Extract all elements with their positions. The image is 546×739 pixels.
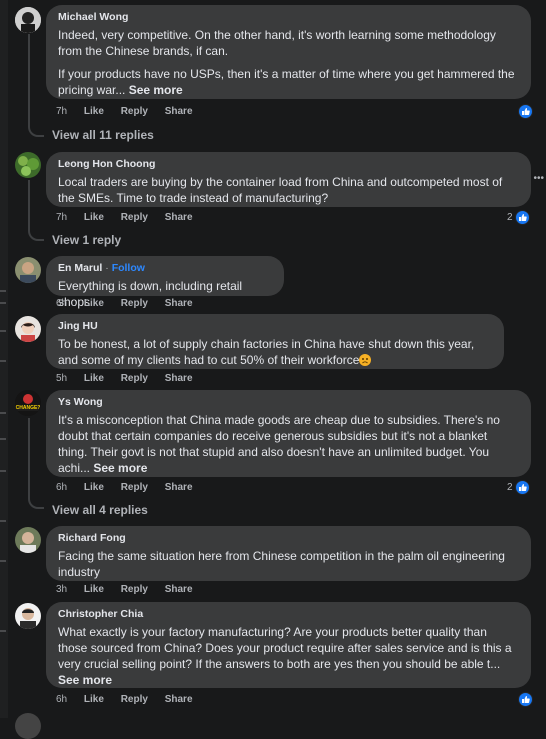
view-replies-link[interactable]: View all 4 replies — [52, 503, 148, 517]
comment-author[interactable]: En Marul — [58, 262, 102, 274]
more-options-icon[interactable]: ••• — [533, 173, 544, 184]
comment-text: What exactly is your factory manufacturi… — [58, 625, 512, 671]
comment-actions: 6h Like Reply Share — [56, 482, 207, 493]
follow-separator: · — [105, 262, 109, 274]
comment-time[interactable]: 6h — [56, 694, 67, 705]
like-reaction-icon — [514, 480, 530, 495]
reaction-count: 2 — [507, 212, 513, 223]
reply-button[interactable]: Reply — [121, 694, 148, 705]
comment-bubble: Leong Hon Choong Local traders are buyin… — [46, 152, 531, 207]
reply-button[interactable]: Reply — [121, 584, 148, 595]
comment-time[interactable]: 5h — [56, 373, 67, 384]
like-button[interactable]: Like — [84, 482, 104, 493]
comment-time[interactable]: 7h — [56, 212, 67, 223]
comment-bubble: Jing HU To be honest, a lot of supply ch… — [46, 314, 504, 369]
avatar[interactable] — [15, 603, 41, 629]
comment-author[interactable]: Ys Wong — [58, 396, 519, 409]
follow-button[interactable]: Follow — [112, 262, 145, 274]
share-button[interactable]: Share — [165, 694, 193, 705]
like-button[interactable]: Like — [84, 373, 104, 384]
share-button[interactable]: Share — [165, 298, 193, 309]
avatar[interactable] — [15, 7, 41, 33]
comment-text: Local traders are buying by the containe… — [58, 175, 503, 205]
see-more-link[interactable]: See more — [129, 83, 183, 97]
comment-bubble: En Marul · Follow Everything is down, in… — [46, 256, 284, 309]
like-button[interactable]: Like — [84, 584, 104, 595]
comment-bubble: Ys Wong It's a misconception that China … — [46, 390, 531, 477]
reply-button[interactable]: Reply — [121, 212, 148, 223]
reaction-summary[interactable]: 2 — [507, 210, 530, 225]
reaction-summary[interactable] — [516, 692, 533, 707]
comment-text: Indeed, very competitive. On the other h… — [58, 28, 496, 58]
reaction-count: 2 — [507, 482, 513, 493]
reaction-summary[interactable]: 2 — [507, 480, 530, 495]
like-button[interactable]: Like — [84, 212, 104, 223]
emoji-worried-icon — [359, 354, 372, 366]
comment-author[interactable]: Leong Hon Choong — [58, 158, 519, 171]
view-replies-link[interactable]: View 1 reply — [52, 233, 121, 247]
like-reaction-icon — [514, 210, 530, 225]
share-button[interactable]: Share — [165, 212, 193, 223]
avatar[interactable] — [15, 316, 41, 342]
share-button[interactable]: Share — [165, 482, 193, 493]
avatar[interactable] — [15, 152, 41, 178]
comment-actions: 5h Like Reply Share — [56, 373, 207, 384]
view-replies-link[interactable]: View all 11 replies — [52, 128, 154, 142]
comment-text-continued: If your products have no USPs, then it's… — [58, 67, 515, 97]
comment-actions: 7h Like Reply Share — [56, 212, 207, 223]
comment-time[interactable]: 7h — [56, 106, 67, 117]
comment-author[interactable]: Michael Wong — [58, 11, 519, 24]
comment-time[interactable]: 6h — [56, 298, 67, 309]
see-more-link[interactable]: See more — [93, 461, 147, 475]
like-reaction-icon — [518, 692, 533, 707]
comment-actions: 7h Like Reply Share — [56, 106, 207, 117]
like-reaction-icon — [518, 104, 533, 119]
comment-author[interactable]: Richard Fong — [58, 532, 519, 545]
reply-button[interactable]: Reply — [121, 106, 148, 117]
next-comment-avatar[interactable] — [15, 713, 41, 739]
comment-bubble: Michael Wong Indeed, very competitive. O… — [46, 5, 531, 99]
comment-time[interactable]: 3h — [56, 584, 67, 595]
comment-actions: 6h Like Reply Share — [56, 694, 207, 705]
comment-actions: 3h Like Reply Share — [56, 584, 207, 595]
left-page-strip — [0, 0, 8, 718]
reply-button[interactable]: Reply — [121, 298, 148, 309]
share-button[interactable]: Share — [165, 106, 193, 117]
comment-author[interactable]: Jing HU — [58, 320, 492, 333]
comment-bubble: Christopher Chia What exactly is your fa… — [46, 602, 531, 688]
share-button[interactable]: Share — [165, 584, 193, 595]
comment-actions: 6h Like Reply Share — [56, 298, 207, 309]
reply-button[interactable]: Reply — [121, 373, 148, 384]
share-button[interactable]: Share — [165, 373, 193, 384]
see-more-link[interactable]: See more — [58, 673, 112, 687]
like-button[interactable]: Like — [84, 694, 104, 705]
reaction-summary[interactable] — [516, 104, 533, 119]
comment-text: Facing the same situation here from Chin… — [58, 549, 505, 579]
like-button[interactable]: Like — [84, 298, 104, 309]
comment-time[interactable]: 6h — [56, 482, 67, 493]
comment-text: To be honest, a lot of supply chain fact… — [58, 337, 475, 367]
comment-bubble: Richard Fong Facing the same situation h… — [46, 526, 531, 581]
reply-button[interactable]: Reply — [121, 482, 148, 493]
avatar[interactable] — [15, 527, 41, 553]
avatar[interactable]: CHANGE? — [15, 390, 41, 416]
like-button[interactable]: Like — [84, 106, 104, 117]
avatar[interactable] — [15, 257, 41, 283]
comment-author[interactable]: Christopher Chia — [58, 608, 519, 621]
avatar-caption: CHANGE? — [15, 405, 41, 411]
